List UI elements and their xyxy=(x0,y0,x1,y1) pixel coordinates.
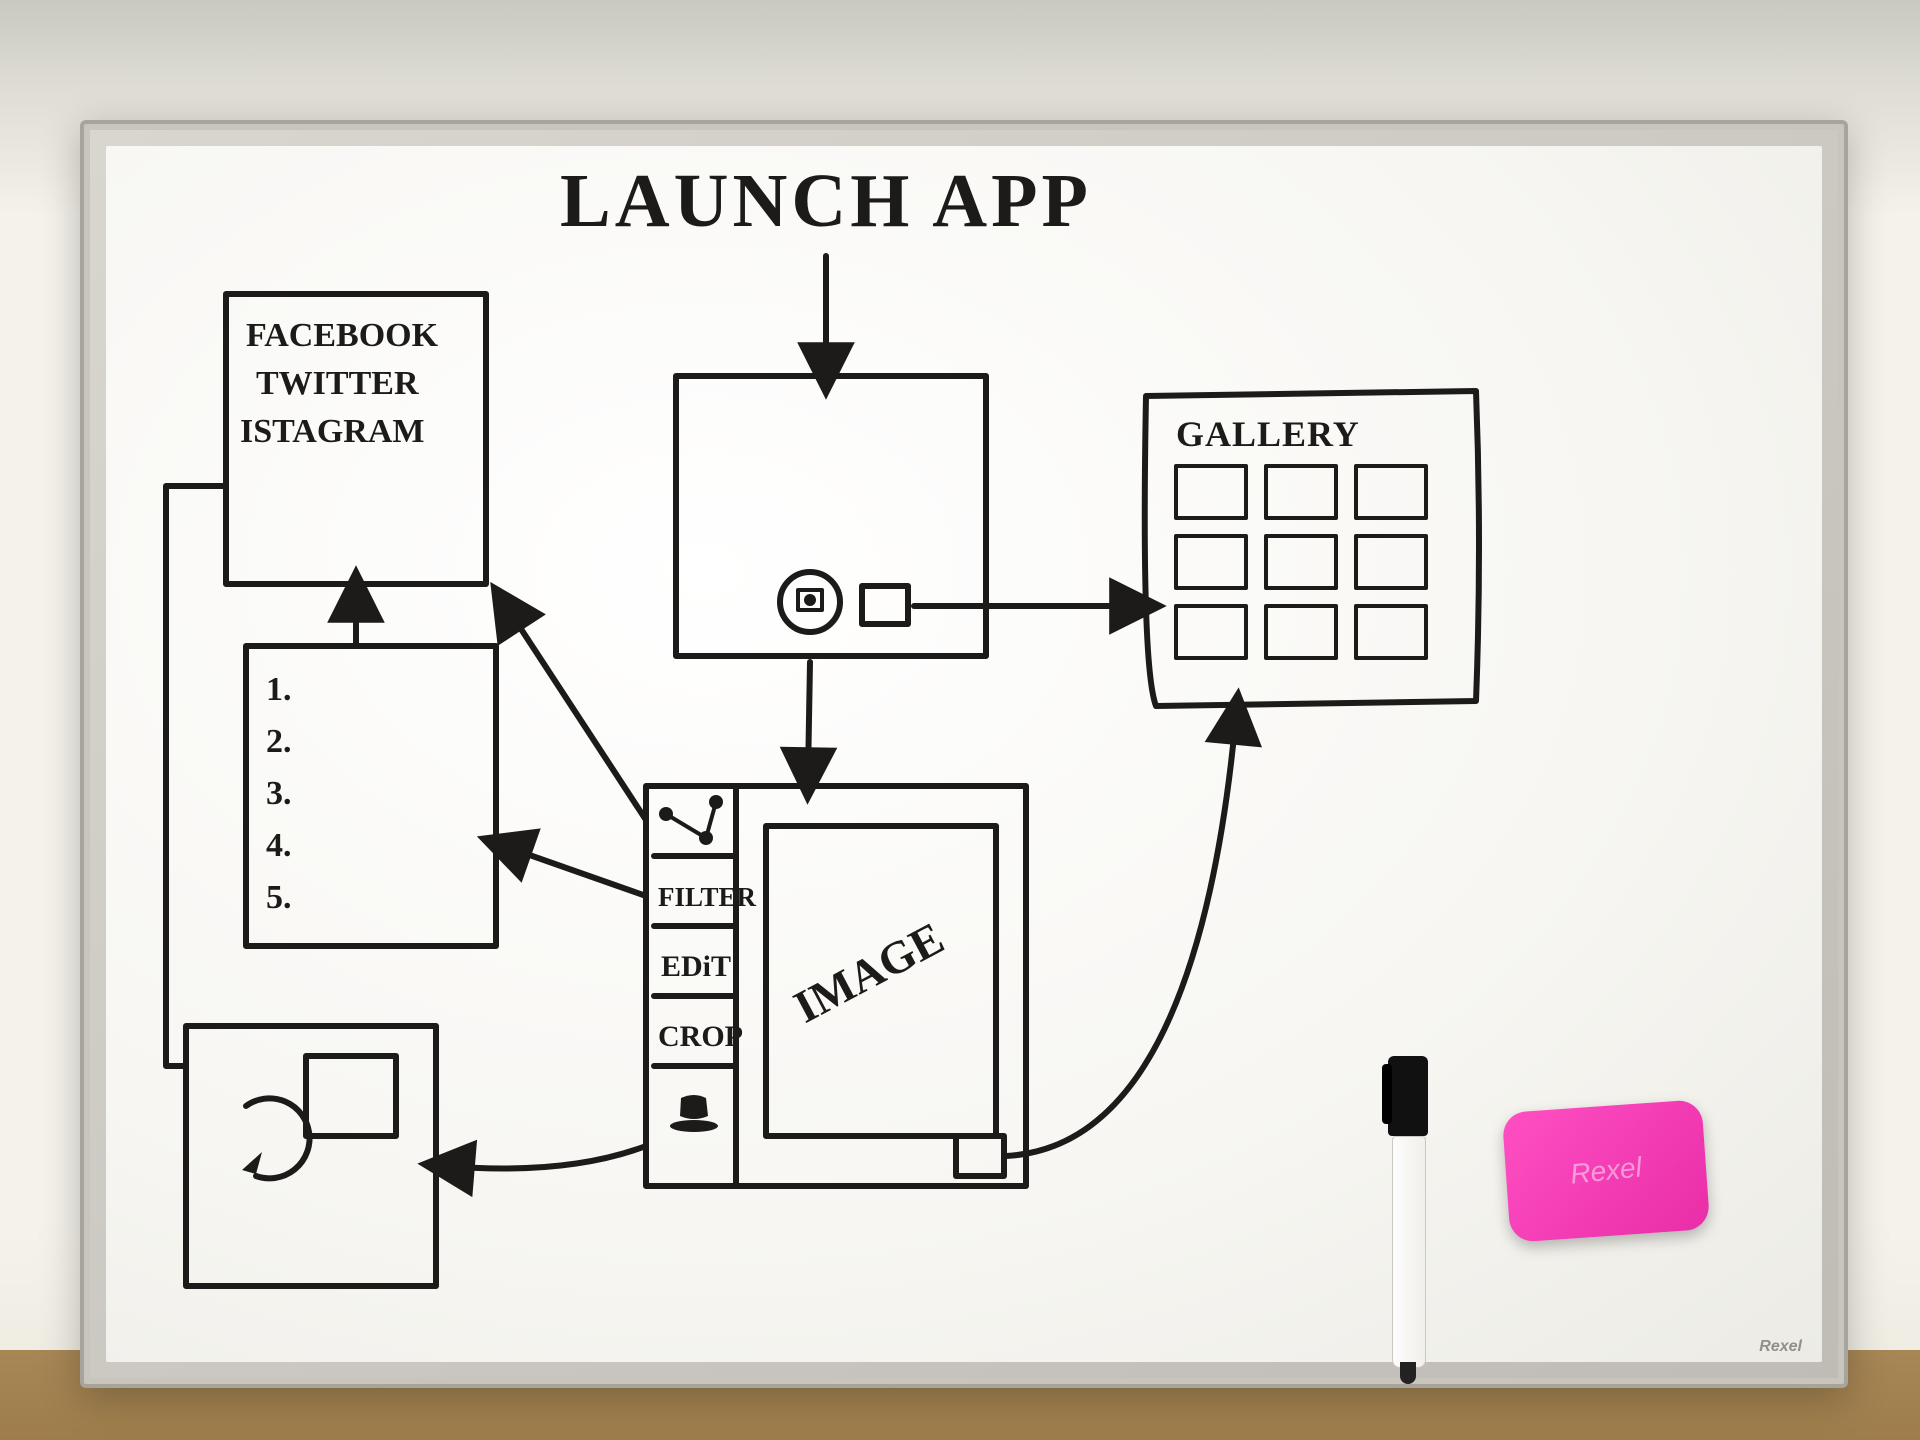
tool-filter: FILTER xyxy=(658,882,757,912)
arrow-filter-to-list xyxy=(504,846,646,896)
crop-screen xyxy=(186,1026,436,1286)
filter-item-1: 2. xyxy=(266,723,292,760)
edit-next-icon xyxy=(956,1136,1004,1176)
arrow-share-to-social-branch xyxy=(506,606,646,820)
social-item-1: TWITTER xyxy=(256,365,419,402)
arrow-social-loop xyxy=(166,486,224,1066)
filter-item-4: 5. xyxy=(266,879,292,916)
whiteboard-brand: Rexel xyxy=(1759,1338,1802,1356)
whiteboard-surface: LAUNCH APP GALLERY xyxy=(106,146,1822,1362)
bottom-tool-icon xyxy=(670,1095,718,1132)
rotate-icon xyxy=(242,1098,310,1178)
tool-crop: CROP xyxy=(658,1020,743,1053)
arrow-home-to-edit xyxy=(808,662,810,776)
whiteboard-frame: LAUNCH APP GALLERY xyxy=(80,120,1848,1388)
filter-item-3: 4. xyxy=(266,827,292,864)
arrow-edit-to-gallery xyxy=(1006,716,1236,1156)
image-label: IMAGE xyxy=(786,912,952,1033)
social-item-0: FACEBOOK xyxy=(246,317,439,354)
whiteboard-marker xyxy=(1386,1056,1430,1386)
gallery-title: GALLERY xyxy=(1176,414,1360,454)
whiteboard-eraser: Rexel xyxy=(1502,1099,1711,1243)
filter-list-screen: 1. 2. 3. 4. 5. xyxy=(246,646,496,946)
title-text: LAUNCH APP xyxy=(560,159,1092,243)
home-screen xyxy=(676,376,986,656)
social-screen: FACEBOOK TWITTER ISTAGRAM xyxy=(226,294,486,584)
tool-edit: EDiT xyxy=(661,950,731,983)
share-icon xyxy=(654,795,734,856)
filter-item-0: 1. xyxy=(266,671,292,708)
edit-screen: FILTER EDiT CROP IMAGE xyxy=(646,786,1026,1186)
social-item-2: ISTAGRAM xyxy=(240,413,425,450)
arrow-crop-to-cropscreen xyxy=(446,1146,646,1169)
home-gallery-thumb-icon xyxy=(862,586,908,624)
gallery-grid-icon xyxy=(1176,466,1426,658)
gallery-screen: GALLERY xyxy=(1145,391,1479,706)
filter-item-2: 3. xyxy=(266,775,292,812)
crop-preview-icon xyxy=(306,1056,396,1136)
